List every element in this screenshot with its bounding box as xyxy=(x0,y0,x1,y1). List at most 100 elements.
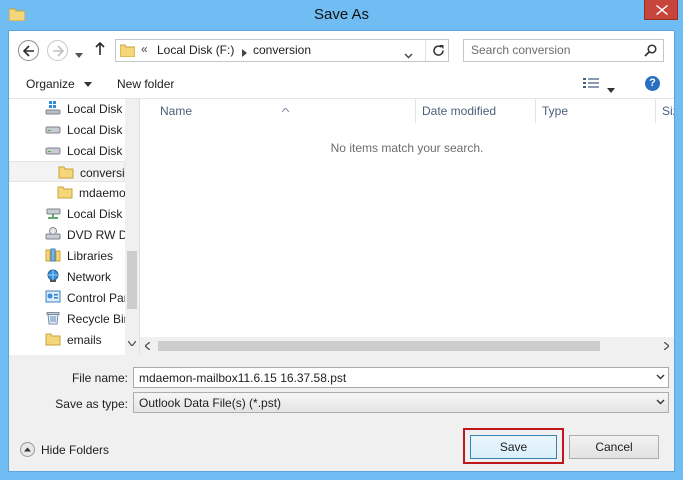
nav-tree-label: DVD RW D xyxy=(67,228,125,242)
nav-tree-item[interactable]: conversi xyxy=(9,161,125,182)
control-panel-icon xyxy=(45,290,61,307)
empty-message: No items match your search. xyxy=(330,141,484,155)
hard-drive-icon xyxy=(45,122,61,139)
up-button[interactable] xyxy=(95,41,105,59)
chevron-right-icon[interactable] xyxy=(242,46,247,60)
navigation-pane[interactable]: Local Disk Local Disk Local Disk conversi md… xyxy=(9,99,139,355)
folder-icon xyxy=(45,332,61,349)
details-view-icon xyxy=(583,78,599,88)
divider xyxy=(425,40,426,61)
nav-tree-item[interactable]: Local Disk xyxy=(9,99,125,119)
new-folder-button[interactable]: New folder xyxy=(117,77,174,91)
file-name-label: File name: xyxy=(71,371,128,385)
network-icon xyxy=(45,269,61,286)
arrow-left-icon xyxy=(23,45,34,57)
save-as-type-value: Outlook Data File(s) (*.pst) xyxy=(139,396,282,410)
folder-icon xyxy=(119,44,136,60)
column-header-name[interactable]: Name xyxy=(154,99,416,123)
search-input[interactable]: Search conversion xyxy=(471,43,570,57)
nav-tree-item[interactable]: mdaemo xyxy=(9,182,125,203)
windows-drive-icon xyxy=(45,101,61,118)
change-view-button[interactable] xyxy=(583,77,599,93)
organize-label: Organize xyxy=(26,77,75,91)
nav-tree-label: conversi xyxy=(80,166,125,180)
nav-tree-item[interactable]: Network xyxy=(9,266,125,287)
nav-tree-label: Local Disk xyxy=(67,102,123,116)
save-button[interactable]: Save xyxy=(470,435,557,459)
nav-tree-label: Recycle Bin xyxy=(67,312,125,326)
organize-button[interactable]: Organize xyxy=(26,77,93,91)
search-box[interactable]: Search conversion xyxy=(463,39,664,62)
save-as-type-label: Save as type: xyxy=(55,397,128,411)
save-as-dialog: Save As « Local Disk (F:) conversion Sea… xyxy=(0,0,683,480)
collapse-up-icon xyxy=(20,442,35,457)
column-header-size[interactable]: Siz xyxy=(656,99,674,123)
arrow-up-icon xyxy=(95,41,105,55)
search-icon[interactable] xyxy=(644,44,657,60)
back-button[interactable] xyxy=(18,40,39,61)
scrollbar-thumb[interactable] xyxy=(127,251,137,309)
file-name-field[interactable]: mdaemon-mailbox11.6.15 16.37.58.pst xyxy=(133,367,669,388)
nav-tree-item[interactable]: Local Disk xyxy=(9,140,125,161)
breadcrumb-overflow[interactable]: « xyxy=(141,42,148,56)
forward-button[interactable] xyxy=(47,40,68,61)
nav-tree-label: Local Disk xyxy=(67,144,123,158)
nav-tree-label: Libraries xyxy=(67,249,114,263)
column-header-type[interactable]: Type xyxy=(536,99,656,123)
refresh-button[interactable] xyxy=(432,44,445,60)
chevron-down-icon[interactable] xyxy=(656,374,665,380)
nav-tree-label: Control Pan xyxy=(67,291,125,305)
address-bar[interactable]: « Local Disk (F:) conversion xyxy=(115,39,449,62)
file-list-scrollbar[interactable] xyxy=(140,337,674,355)
arrow-right-icon xyxy=(53,45,64,57)
chevron-down-icon xyxy=(404,53,413,59)
nav-tree-item[interactable]: Control Pan xyxy=(9,287,125,308)
nav-tree-item[interactable]: Local Disk xyxy=(9,203,125,224)
cancel-button[interactable]: Cancel xyxy=(569,435,659,459)
folder-icon xyxy=(58,165,74,182)
recent-locations-button[interactable] xyxy=(75,47,83,61)
nav-tree-label: Local Disk xyxy=(67,123,123,137)
column-header-date-modified[interactable]: Date modified xyxy=(416,99,536,123)
network-drive-icon xyxy=(45,206,61,223)
help-icon: ? xyxy=(649,77,656,89)
command-bar: Organize New folder ? xyxy=(9,69,674,99)
window-title: Save As xyxy=(313,6,370,23)
save-as-type-select[interactable]: Outlook Data File(s) (*.pst) xyxy=(133,392,669,413)
title-bar[interactable]: Save As xyxy=(0,0,683,30)
chevron-down-icon[interactable] xyxy=(656,399,665,405)
nav-tree-item[interactable]: Recycle Bin xyxy=(9,308,125,329)
scroll-left-icon[interactable] xyxy=(145,342,150,350)
dvd-drive-icon xyxy=(45,227,61,244)
hard-drive-icon xyxy=(45,143,61,160)
chevron-down-icon xyxy=(607,88,615,93)
hide-folders-label: Hide Folders xyxy=(41,443,110,457)
address-history-dropdown[interactable] xyxy=(404,48,413,62)
nav-tree-label: Network xyxy=(67,270,112,284)
navigation-bar: « Local Disk (F:) conversion Search conv… xyxy=(9,31,674,69)
nav-tree-label: mdaemo xyxy=(79,186,125,200)
view-options-dropdown[interactable] xyxy=(607,82,615,96)
breadcrumb-item[interactable]: conversion xyxy=(253,43,311,57)
scroll-down-icon[interactable] xyxy=(128,341,136,346)
nav-tree-item[interactable]: Libraries xyxy=(9,245,125,266)
nav-pane-scrollbar[interactable] xyxy=(125,99,139,355)
nav-tree-item[interactable]: Local Disk xyxy=(9,119,125,140)
refresh-icon xyxy=(433,45,444,56)
nav-tree-label: emails xyxy=(67,333,102,347)
nav-tree-item[interactable]: emails xyxy=(9,329,125,350)
file-name-value[interactable]: mdaemon-mailbox11.6.15 16.37.58.pst xyxy=(139,371,346,385)
nav-tree-item[interactable]: DVD RW D xyxy=(9,224,125,245)
close-icon xyxy=(656,5,668,15)
recycle-bin-icon xyxy=(45,311,61,328)
breadcrumb-item[interactable]: Local Disk (F:) xyxy=(157,43,234,57)
chevron-down-icon xyxy=(84,82,93,88)
chevron-down-icon xyxy=(75,53,83,58)
scrollbar-thumb[interactable] xyxy=(158,341,600,351)
file-list[interactable]: Name Date modified Type Siz No items mat… xyxy=(140,99,674,355)
close-button[interactable] xyxy=(644,0,678,20)
scroll-right-icon[interactable] xyxy=(664,342,669,350)
folder-icon xyxy=(57,185,73,202)
help-button[interactable]: ? xyxy=(645,76,660,91)
dialog-body: « Local Disk (F:) conversion Search conv… xyxy=(8,30,675,472)
